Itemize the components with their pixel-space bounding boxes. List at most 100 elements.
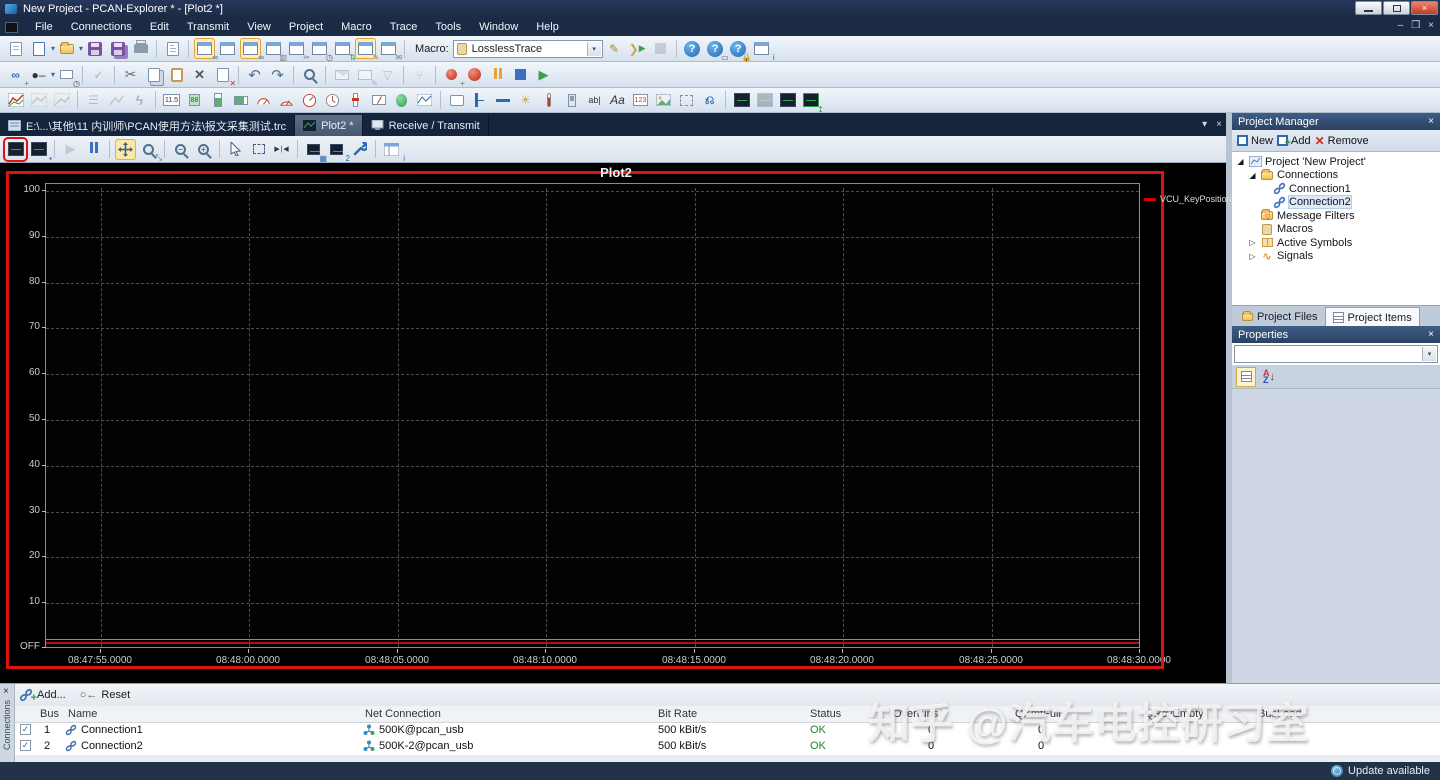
copy-icon[interactable] (143, 64, 164, 85)
categorized-view-icon[interactable] (1236, 366, 1256, 387)
properties-object-combobox[interactable]: ▾ (1234, 345, 1438, 363)
vertical-slider-icon[interactable] (345, 90, 366, 111)
col-net-connection[interactable]: Net Connection (365, 708, 441, 720)
thermometer-icon[interactable] (538, 90, 559, 111)
menu-help[interactable]: Help (527, 18, 568, 36)
trace-export-icon[interactable]: ↥ (800, 90, 824, 114)
tab-project-items[interactable]: Project Items (1324, 307, 1420, 327)
properties-dropdown-icon[interactable]: ▾ (1422, 347, 1436, 361)
menu-view[interactable]: View (238, 18, 280, 36)
info-window-icon[interactable]: i (751, 38, 775, 62)
scope-icon[interactable] (414, 90, 435, 111)
tab-close-icon[interactable]: × (1216, 119, 1222, 130)
reset-button[interactable]: Reset (101, 689, 130, 701)
horizontal-bar-icon[interactable] (230, 90, 251, 111)
tab-receive-transmit[interactable]: Receive / Transmit (363, 115, 489, 136)
wrench-icon[interactable] (349, 139, 370, 160)
help-icon[interactable]: ? (682, 38, 703, 59)
col-name[interactable]: Name (68, 708, 97, 720)
minimize-button[interactable] (1355, 1, 1382, 15)
add-button[interactable]: + Add (1277, 135, 1311, 149)
connection-row-2[interactable]: ✓ 2 Connection2 500K-2@pcan_usb 500 kBit… (15, 739, 1440, 755)
col-busload[interactable]: BusLoad (1258, 708, 1301, 720)
tree-item-connection1[interactable]: Connection1 (1232, 182, 1440, 196)
save-plot-image-icon[interactable]: ▪ (28, 139, 52, 163)
project-manager-close-icon[interactable]: × (1428, 116, 1434, 127)
project-window-icon[interactable] (217, 38, 238, 59)
tab-trace-file[interactable]: E:\...\其他\11 内训师\PCAN使用方法\报文采集测试.trc (0, 115, 296, 136)
save-all-icon[interactable] (107, 38, 128, 59)
numeric-display-icon[interactable]: 11.5 (161, 90, 182, 111)
link-window-icon[interactable]: ∞ (240, 38, 264, 62)
watch-window-icon[interactable]: ▥ (263, 38, 287, 62)
bus-node-icon[interactable]: ●– (28, 64, 49, 85)
cut-icon[interactable]: ✂ (120, 64, 141, 85)
col-qxmtfull[interactable]: QXmtFull (1015, 708, 1061, 720)
tree-item-active-symbols[interactable]: ▷ Active Symbols (1232, 236, 1440, 250)
panel-icon[interactable] (446, 90, 467, 111)
tree-item-message-filters[interactable]: ▽ Message Filters (1232, 209, 1440, 223)
chart-gray2-icon[interactable] (51, 90, 72, 111)
trace-plot-icon[interactable] (731, 90, 752, 111)
message-timer-icon[interactable]: ◷ (56, 64, 80, 88)
zoom-out-icon[interactable]: − (170, 139, 191, 160)
macro-run-icon[interactable]: ❯ ▶ (627, 38, 648, 59)
snippet-window-icon[interactable]: ✂ (286, 38, 310, 62)
macro-stop-icon[interactable] (650, 38, 671, 59)
sort-alphabetical-icon[interactable]: AZ ↓ (1259, 367, 1279, 387)
trace-plot-gray-icon[interactable] (754, 90, 775, 111)
help-lock-icon[interactable]: ? 🔒 (728, 38, 752, 62)
stop-icon[interactable] (510, 64, 531, 85)
chart-gray-icon[interactable] (28, 90, 49, 111)
connections-panel-close-icon[interactable]: × (3, 686, 9, 697)
lcd-display-icon[interactable]: 88 (184, 90, 205, 111)
connection-row-1[interactable]: ✓ 1 Connection1 500K@pcan_usb 500 kBit/s… (15, 723, 1440, 739)
find-icon[interactable] (299, 64, 320, 85)
help-context-icon[interactable]: ? ▭ (705, 38, 729, 62)
line-chart-icon[interactable] (5, 90, 26, 111)
edit-message-icon[interactable]: ✎ (354, 64, 378, 88)
record-add-icon[interactable]: + (441, 64, 465, 88)
chart-edit-icon[interactable] (106, 90, 127, 111)
history-window-icon[interactable]: ◷ (309, 38, 333, 62)
mdi-minimize-button[interactable]: ‒ (1398, 20, 1404, 31)
image-icon[interactable] (653, 90, 674, 111)
print-icon[interactable] (130, 38, 151, 59)
clock-gauge-icon[interactable] (322, 90, 343, 111)
connections-tab-label[interactable]: Connections (2, 700, 12, 750)
new-dropdown-icon[interactable]: ▾ (51, 44, 55, 53)
col-bus[interactable]: Bus (40, 708, 59, 720)
lamp-icon[interactable]: ☀ (515, 90, 536, 111)
label-icon[interactable]: Aa (607, 90, 628, 111)
tree-item-connections[interactable]: ◢ Connections (1232, 168, 1440, 183)
plot-play-icon[interactable]: ▶ (60, 139, 81, 160)
tree-item-signals[interactable]: ▷ ∿ Signals (1232, 250, 1440, 264)
lightning-icon[interactable]: ϟ (129, 90, 150, 111)
tree-item-connection2[interactable]: Connection2 (1232, 195, 1440, 210)
properties-grid[interactable] (1232, 389, 1440, 683)
collapse-icon[interactable]: ◢ (1248, 171, 1257, 180)
tree-item-project[interactable]: ◢ Project 'New Project' (1232, 155, 1440, 169)
connections-window-icon[interactable]: ∞ (194, 38, 218, 62)
signal-select-icon[interactable]: ▦ (303, 139, 327, 163)
restore-button[interactable] (1383, 1, 1410, 15)
add-connection-button[interactable]: Add... (37, 689, 66, 701)
message-filter-icon[interactable]: ▽ (377, 64, 398, 85)
new-message-icon[interactable] (331, 64, 352, 85)
row2-checkbox[interactable]: ✓ (20, 740, 31, 751)
expand-icon[interactable]: ▷ (1248, 252, 1257, 261)
number-icon[interactable]: 123 (630, 90, 651, 111)
plot-pause-icon[interactable] (83, 139, 104, 160)
menu-edit[interactable]: Edit (141, 18, 178, 36)
mdi-close-button[interactable]: × (1428, 20, 1434, 31)
menu-project[interactable]: Project (280, 18, 332, 36)
vertical-ruler-icon[interactable] (469, 90, 490, 111)
tab-project-files[interactable]: Project Files (1235, 307, 1325, 327)
plot-canvas[interactable]: 100 90 80 70 60 50 40 30 20 10 OFF 08:47… (0, 163, 1232, 683)
expand-icon[interactable]: ▷ (1248, 238, 1257, 247)
delete-icon[interactable]: ✕ (189, 64, 210, 85)
symbols-window-icon[interactable]: ⇅ (332, 38, 356, 62)
macro-combobox[interactable]: LosslessTrace ▾ (452, 39, 603, 58)
commit-icon[interactable]: ✓ (88, 64, 109, 85)
tree-item-macros[interactable]: Macros (1232, 223, 1440, 237)
